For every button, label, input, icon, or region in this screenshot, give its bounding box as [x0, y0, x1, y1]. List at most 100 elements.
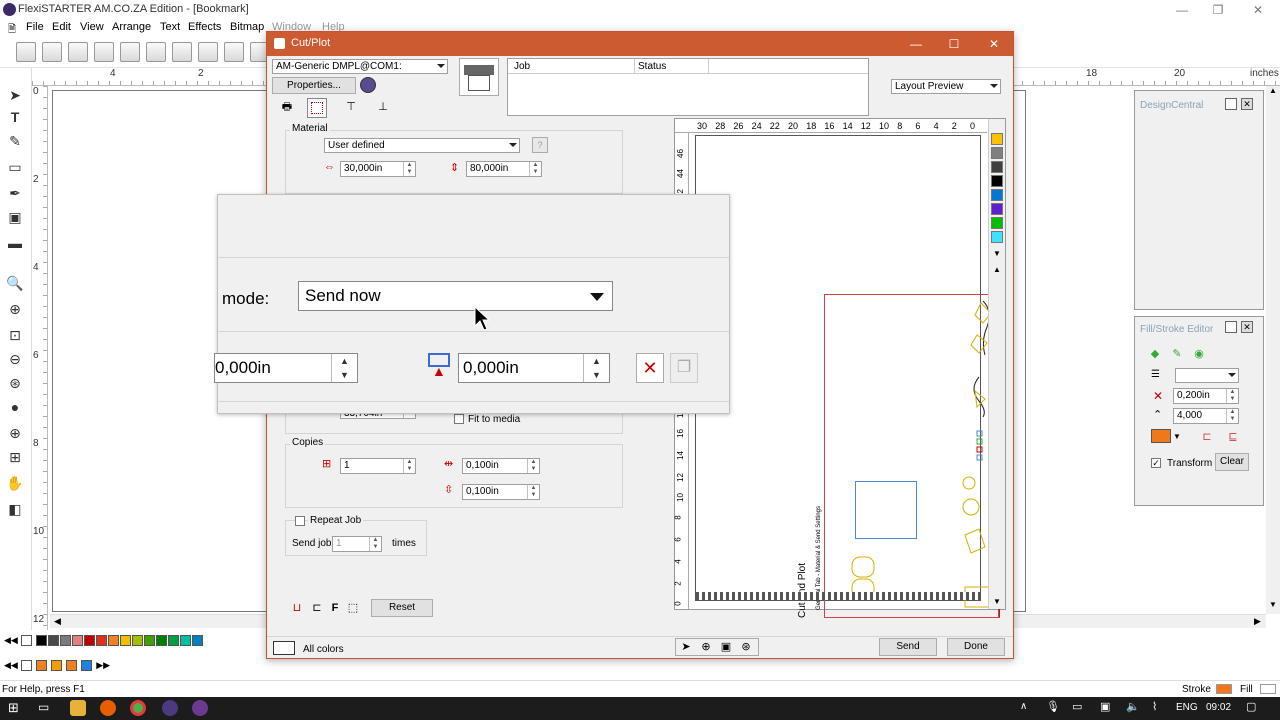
menu-arrange[interactable]: Arrange — [112, 21, 151, 33]
repeat-job-checkbox[interactable] — [295, 516, 305, 526]
zoom-page-icon[interactable]: ⊕ — [6, 424, 24, 442]
job-list[interactable]: Job Status — [507, 58, 869, 116]
volume-icon[interactable]: 🔈 — [1126, 700, 1140, 713]
canvas-scrollbar-v[interactable]: ▲ ▼ — [1266, 86, 1280, 614]
zoom-selected-icon[interactable]: ● — [6, 398, 24, 416]
color-swatch[interactable] — [35, 659, 47, 671]
palette-scroll-icon[interactable]: ◀◀ — [4, 660, 18, 670]
fit-to-media-checkbox[interactable] — [454, 414, 464, 424]
scroll-up-icon[interactable]: ▲ — [1269, 86, 1277, 95]
stroke-mode-icon[interactable]: ◉ — [1191, 346, 1207, 362]
cutplot-icon[interactable] — [172, 42, 192, 62]
status-column-header[interactable]: Status — [638, 61, 666, 72]
export-icon[interactable] — [120, 42, 140, 62]
save-icon[interactable] — [68, 42, 88, 62]
dialog-maximize-icon[interactable]: ☐ — [945, 36, 963, 52]
color-swatch[interactable] — [155, 634, 167, 646]
new-icon[interactable] — [16, 42, 36, 62]
zoom-tool-icon[interactable]: 🔍 — [6, 274, 24, 292]
microphone-icon[interactable]: 🎙 — [1046, 700, 1060, 713]
color-swatch[interactable] — [107, 634, 119, 646]
origin-copy-icon[interactable]: ❐ — [670, 353, 698, 383]
copies-count-field[interactable]: 1 ▲ ▼ — [340, 458, 416, 474]
file-explorer-icon[interactable] — [70, 700, 86, 716]
scroll-right-icon[interactable]: ▶ — [1254, 616, 1261, 627]
menu-effects[interactable]: Effects — [188, 21, 221, 33]
ruler-icon[interactable]: ⊏ — [309, 600, 325, 616]
color-swatch[interactable] — [35, 634, 47, 646]
color-swatch[interactable] — [179, 634, 191, 646]
material-edit-icon[interactable]: ? — [532, 137, 548, 153]
all-colors-label[interactable]: All colors — [303, 644, 344, 655]
zoom-all-icon[interactable]: ⊛ — [6, 374, 24, 392]
menu-edit[interactable]: Edit — [52, 21, 71, 33]
color-swatch[interactable] — [71, 634, 83, 646]
dialog-close-icon[interactable]: ✕ — [985, 36, 1003, 52]
text-tool-icon[interactable]: T — [6, 108, 24, 126]
copies-spacing-y-field[interactable]: 0,100in ▲ ▼ — [462, 484, 540, 500]
cut-icon[interactable] — [224, 42, 244, 62]
material-select[interactable]: User defined — [324, 138, 520, 153]
job-column-header[interactable]: Job — [514, 61, 530, 72]
chrome-icon[interactable] — [130, 700, 146, 716]
menu-text[interactable]: Text — [160, 21, 180, 33]
stroke-position-icon[interactable]: ⊑ — [1225, 429, 1241, 445]
color-swatch[interactable] — [47, 634, 59, 646]
pen-mode-icon[interactable]: ✎ — [1169, 346, 1185, 362]
send-job-count-field[interactable]: 1 ▲ ▼ — [332, 536, 382, 552]
line-style-select[interactable] — [1175, 368, 1239, 383]
flexi-icon[interactable] — [162, 700, 178, 716]
close-icon[interactable]: ✕ — [1250, 2, 1266, 18]
scroll-left-icon[interactable]: ◀ — [54, 616, 61, 627]
task-view-icon[interactable]: ▭ — [38, 700, 49, 714]
menu-file[interactable]: File — [26, 21, 44, 33]
stroke-options-icon[interactable]: ⊏ — [1199, 429, 1215, 445]
color-swatch[interactable] — [59, 634, 71, 646]
production-manager-icon[interactable] — [192, 700, 208, 716]
battery-icon[interactable]: ▭ — [1072, 700, 1082, 713]
scroll-down-icon[interactable]: ▼ — [993, 249, 1001, 258]
no-color-swatch[interactable] — [20, 659, 32, 671]
preview-color-swatch[interactable] — [991, 161, 1003, 173]
color-swatch[interactable] — [95, 634, 107, 646]
chevron-down-icon[interactable]: ▼ — [1173, 432, 1181, 441]
windows-start-icon[interactable]: ⊞ — [8, 700, 19, 716]
media-width-field[interactable]: 30,000in ▲ ▼ — [340, 161, 416, 177]
preview-color-swatch[interactable] — [991, 203, 1003, 215]
weed-border-icon[interactable]: ⊔ — [289, 600, 305, 616]
reset-button[interactable]: Reset — [371, 599, 433, 617]
offset-y-field[interactable]: 0,000in ▲ ▼ — [458, 353, 610, 383]
firefox-icon[interactable] — [100, 700, 116, 716]
pan-tool-icon[interactable]: ✋ — [6, 474, 24, 492]
properties-button[interactable]: Properties... — [272, 77, 356, 94]
tab-general-icon[interactable]: 🖶 — [279, 99, 295, 115]
zoom-fit-icon[interactable]: ⊞ — [6, 448, 24, 466]
select-tool-icon[interactable]: ➤ — [6, 86, 24, 104]
color-swatch[interactable] — [167, 634, 179, 646]
preview-color-swatch[interactable] — [991, 189, 1003, 201]
dialog-minimize-icon[interactable]: — — [907, 36, 925, 52]
color-swatch[interactable] — [191, 634, 203, 646]
preview-zoom-all-icon[interactable]: ⊛ — [738, 639, 754, 655]
language-indicator[interactable]: ENG — [1176, 702, 1198, 713]
color-swatch[interactable] — [143, 634, 155, 646]
preview-color-swatch[interactable] — [991, 175, 1003, 187]
device-select[interactable]: AM-Generic DMPL@COM1: — [272, 59, 448, 74]
menu-view[interactable]: View — [80, 21, 104, 33]
preview-select-icon[interactable]: ➤ — [678, 639, 694, 655]
color-swatch[interactable] — [51, 659, 63, 671]
clock[interactable]: 09:02 — [1206, 702, 1231, 713]
tab-tool-icon[interactable]: ⊤ — [343, 99, 359, 115]
fill-mode-icon[interactable]: ◆ — [1147, 346, 1163, 362]
notifications-icon[interactable]: ▢ — [1246, 700, 1256, 713]
send-button[interactable]: Send — [879, 638, 937, 656]
send-icon[interactable] — [198, 42, 218, 62]
all-colors-icon[interactable] — [273, 641, 295, 655]
scroll-down-icon[interactable]: ▼ — [1269, 600, 1277, 609]
wifi-icon[interactable]: ⌇ — [1152, 700, 1157, 713]
zoom-out-icon[interactable]: ⊖ — [6, 350, 24, 368]
send-mode-select[interactable]: Send now — [298, 281, 613, 311]
preview-fit-icon[interactable]: ▣ — [718, 639, 734, 655]
no-color-swatch[interactable] — [20, 634, 32, 646]
preview-zoom-icon[interactable]: ⊕ — [698, 639, 714, 655]
